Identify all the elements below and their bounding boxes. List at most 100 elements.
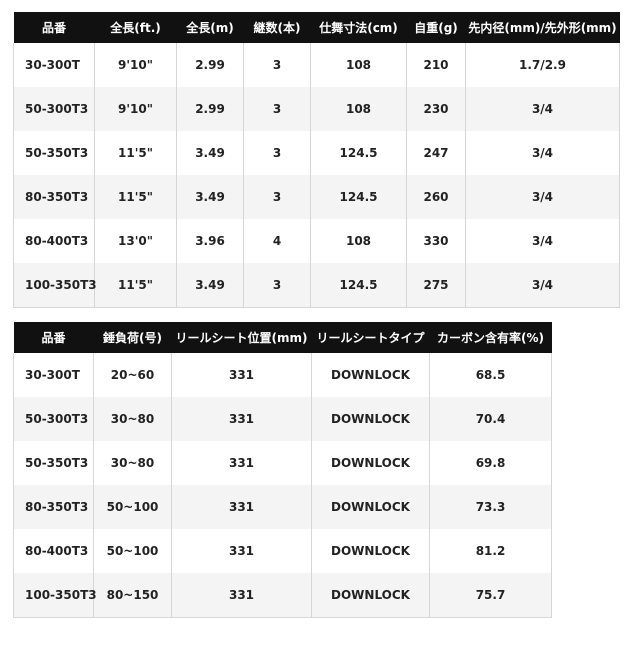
table-cell-closed-length: 124.5 <box>310 263 407 308</box>
table-cell-reel-seat-position: 331 <box>171 573 312 618</box>
table-cell-model: 100-350T3 <box>13 573 97 618</box>
table-row: 80-400T3 13'0" 3.96 4 108 330 3/4 <box>13 219 620 263</box>
table-cell-model: 50-300T3 <box>13 397 94 441</box>
table-row: 50-300T3 9'10" 2.99 3 108 230 3/4 <box>13 87 620 131</box>
table-row: 50-350T3 30~80 331 DOWNLOCK 69.8 <box>13 441 552 485</box>
table-cell-carbon-content: 69.8 <box>429 441 552 485</box>
table-cell-carbon-content: 75.7 <box>429 573 552 618</box>
table-cell-sinker-load: 30~80 <box>93 397 172 441</box>
table-cell-model: 80-350T3 <box>13 485 94 529</box>
table-row: 80-400T3 50~100 331 DOWNLOCK 81.2 <box>13 529 552 573</box>
table-cell-reel-seat-position: 331 <box>171 529 312 573</box>
table-cell-sections: 4 <box>243 219 311 263</box>
table-cell-carbon-content: 68.5 <box>429 353 552 397</box>
table-cell-tip-diameter: 3/4 <box>465 87 620 131</box>
table-cell-closed-length: 108 <box>310 219 407 263</box>
column-header-reel-seat-type: リールシートタイプ <box>311 322 430 353</box>
table-cell-sinker-load: 50~100 <box>93 529 172 573</box>
table-cell-length-ft: 11'5" <box>94 131 177 175</box>
table-cell-reel-seat-position: 331 <box>171 441 312 485</box>
table-cell-sinker-load: 50~100 <box>93 485 172 529</box>
table-cell-length-m: 2.99 <box>176 43 244 87</box>
table-cell-sections: 3 <box>243 43 311 87</box>
column-header-reel-seat-position: リールシート位置(mm) <box>171 322 312 353</box>
table-cell-reel-seat-type: DOWNLOCK <box>311 353 430 397</box>
table-cell-reel-seat-position: 331 <box>171 353 312 397</box>
column-header-sinker-load: 錘負荷(号) <box>93 322 172 353</box>
table-cell-model: 100-350T3 <box>13 263 97 308</box>
table-cell-sinker-load: 20~60 <box>93 353 172 397</box>
table-row: 30-300T 20~60 331 DOWNLOCK 68.5 <box>13 353 552 397</box>
table-cell-length-m: 2.99 <box>176 87 244 131</box>
column-header-model: 品番 <box>13 12 95 43</box>
table-cell-length-m: 3.49 <box>176 175 244 219</box>
table-cell-tip-diameter: 3/4 <box>465 131 620 175</box>
table-cell-tip-diameter: 3/4 <box>465 263 620 308</box>
table-cell-reel-seat-position: 331 <box>171 485 312 529</box>
table-cell-weight: 275 <box>406 263 466 308</box>
table-row: 80-350T3 50~100 331 DOWNLOCK 73.3 <box>13 485 552 529</box>
table-cell-closed-length: 108 <box>310 43 407 87</box>
table-cell-length-ft: 13'0" <box>94 219 177 263</box>
column-header-length-m: 全長(m) <box>176 12 244 43</box>
table-cell-reel-seat-type: DOWNLOCK <box>311 573 430 618</box>
table-cell-length-m: 3.49 <box>176 263 244 308</box>
table-row: 100-350T3 11'5" 3.49 3 124.5 275 3/4 <box>13 263 620 308</box>
column-header-carbon-content: カーボン含有率(%) <box>429 322 552 353</box>
table-row: 100-350T3 80~150 331 DOWNLOCK 75.7 <box>13 573 552 618</box>
table-cell-weight: 330 <box>406 219 466 263</box>
spec-table-reel-seat: 品番 錘負荷(号) リールシート位置(mm) リールシートタイプ カーボン含有率(%) … <box>13 322 552 618</box>
table-cell-weight: 260 <box>406 175 466 219</box>
table-header-row: 品番 全長(ft.) 全長(m) 継数(本) 仕舞寸法(cm) 自重(g) 先内径(mm)/… <box>13 12 620 43</box>
table-cell-reel-seat-type: DOWNLOCK <box>311 441 430 485</box>
table-cell-sinker-load: 30~80 <box>93 441 172 485</box>
table-cell-sinker-load: 80~150 <box>93 573 172 618</box>
table-cell-closed-length: 108 <box>310 87 407 131</box>
spec-table-dimensions: 品番 全長(ft.) 全長(m) 継数(本) 仕舞寸法(cm) 自重(g) 先内径(mm)/… <box>13 12 620 308</box>
table-cell-tip-diameter: 1.7/2.9 <box>465 43 620 87</box>
table-cell-model: 50-300T3 <box>13 87 95 131</box>
table-cell-carbon-content: 81.2 <box>429 529 552 573</box>
table-cell-model: 50-350T3 <box>13 131 95 175</box>
table-cell-sections: 3 <box>243 131 311 175</box>
column-header-closed-length: 仕舞寸法(cm) <box>310 12 407 43</box>
table-cell-length-ft: 9'10" <box>94 87 177 131</box>
table-cell-weight: 230 <box>406 87 466 131</box>
table-header-row: 品番 錘負荷(号) リールシート位置(mm) リールシートタイプ カーボン含有率(%) <box>13 322 552 353</box>
table-cell-weight: 210 <box>406 43 466 87</box>
table-cell-model: 30-300T <box>13 353 94 397</box>
table-cell-length-ft: 11'5" <box>94 263 177 308</box>
column-header-tip-diameter: 先内径(mm)/先外形(mm) <box>465 12 620 43</box>
table-cell-closed-length: 124.5 <box>310 131 407 175</box>
table-cell-length-ft: 9'10" <box>94 43 177 87</box>
table-cell-length-m: 3.96 <box>176 219 244 263</box>
table-row: 50-300T3 30~80 331 DOWNLOCK 70.4 <box>13 397 552 441</box>
table-row: 80-350T3 11'5" 3.49 3 124.5 260 3/4 <box>13 175 620 219</box>
table-cell-reel-seat-type: DOWNLOCK <box>311 529 430 573</box>
column-header-weight: 自重(g) <box>406 12 466 43</box>
table-row: 50-350T3 11'5" 3.49 3 124.5 247 3/4 <box>13 131 620 175</box>
table-cell-tip-diameter: 3/4 <box>465 219 620 263</box>
table-cell-tip-diameter: 3/4 <box>465 175 620 219</box>
table-cell-model: 50-350T3 <box>13 441 94 485</box>
table-cell-sections: 3 <box>243 87 311 131</box>
table-cell-closed-length: 124.5 <box>310 175 407 219</box>
table-cell-carbon-content: 70.4 <box>429 397 552 441</box>
table-cell-reel-seat-type: DOWNLOCK <box>311 485 430 529</box>
table-cell-length-m: 3.49 <box>176 131 244 175</box>
table-cell-length-ft: 11'5" <box>94 175 177 219</box>
table-row: 30-300T 9'10" 2.99 3 108 210 1.7/2.9 <box>13 43 620 87</box>
table-cell-weight: 247 <box>406 131 466 175</box>
table-cell-reel-seat-type: DOWNLOCK <box>311 397 430 441</box>
table-cell-model: 80-400T3 <box>13 219 95 263</box>
table-cell-model: 80-350T3 <box>13 175 95 219</box>
table-cell-model: 80-400T3 <box>13 529 94 573</box>
table-cell-reel-seat-position: 331 <box>171 397 312 441</box>
table-cell-model: 30-300T <box>13 43 95 87</box>
column-header-sections: 継数(本) <box>243 12 311 43</box>
column-header-model: 品番 <box>13 322 94 353</box>
table-cell-sections: 3 <box>243 263 311 308</box>
table-cell-sections: 3 <box>243 175 311 219</box>
table-cell-carbon-content: 73.3 <box>429 485 552 529</box>
column-header-length-ft: 全長(ft.) <box>94 12 177 43</box>
